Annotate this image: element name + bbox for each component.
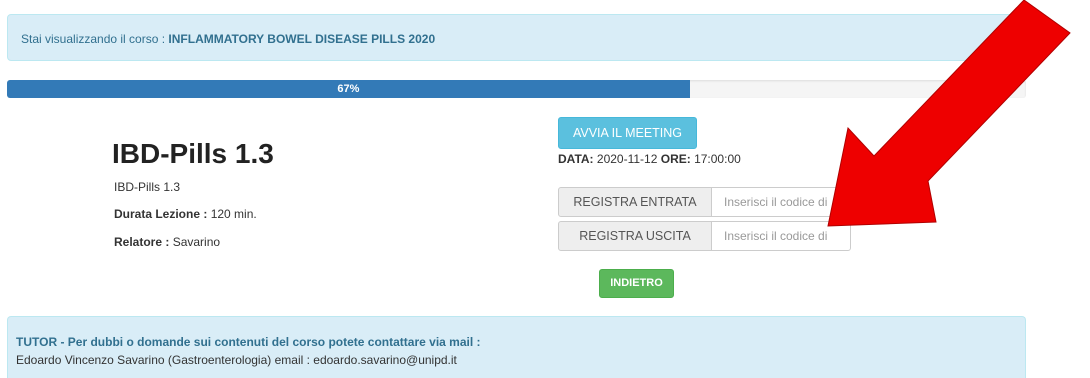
course-banner: Stai visualizzando il corso : INFLAMMATO…	[7, 14, 1026, 61]
tutor-info-box: TUTOR - Per dubbi o domande sui contenut…	[7, 316, 1026, 378]
speaker-value: Savarino	[172, 235, 221, 249]
entry-input-group: REGISTRA ENTRATA	[558, 187, 851, 217]
progress-bar-fill: 67%	[7, 80, 690, 98]
course-banner-prefix: Stai visualizzando il corso :	[21, 32, 169, 46]
lesson-duration: Durata Lezione : 120 min.	[114, 207, 257, 221]
time-label: ORE:	[660, 152, 691, 166]
progress-bar: 67%	[7, 80, 1026, 98]
meeting-datetime: DATA: 2020-11-12 ORE: 17:00:00	[558, 152, 741, 166]
register-entry-button[interactable]: REGISTRA ENTRATA	[558, 187, 712, 217]
register-exit-button[interactable]: REGISTRA USCITA	[558, 221, 712, 251]
date-label: DATA:	[558, 152, 594, 166]
lesson-speaker: Relatore : Savarino	[114, 235, 220, 249]
date-value: 2020-11-12	[596, 152, 658, 166]
progress-label: 67%	[337, 83, 360, 95]
lesson-title: IBD-Pills 1.3	[112, 138, 274, 169]
duration-value: 120 min.	[210, 207, 257, 221]
speaker-label: Relatore :	[114, 235, 170, 249]
lesson-subtitle: IBD-Pills 1.3	[114, 180, 181, 194]
exit-input-group: REGISTRA USCITA	[558, 221, 851, 251]
back-button[interactable]: INDIETRO	[599, 269, 674, 298]
exit-code-input[interactable]	[711, 221, 851, 251]
duration-label: Durata Lezione :	[114, 207, 208, 221]
time-value: 17:00:00	[694, 152, 741, 166]
entry-code-input[interactable]	[711, 187, 851, 217]
course-banner-text: Stai visualizzando il corso : INFLAMMATO…	[21, 32, 435, 46]
start-meeting-button[interactable]: AVVIA IL MEETING	[558, 117, 697, 149]
tutor-contact: Edoardo Vincenzo Savarino (Gastroenterol…	[16, 353, 457, 367]
tutor-title: TUTOR - Per dubbi o domande sui contenut…	[16, 335, 481, 349]
course-name: INFLAMMATORY BOWEL DISEASE PILLS 2020	[168, 32, 436, 46]
